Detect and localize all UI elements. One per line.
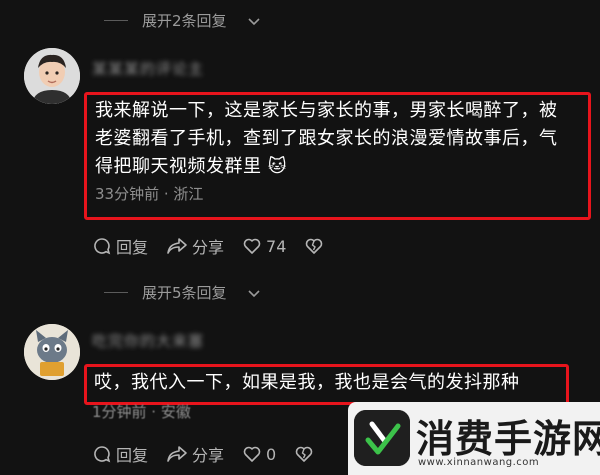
chevron-down-icon bbox=[248, 290, 260, 298]
expand-replies-mid[interactable]: 展开5条回复 bbox=[0, 277, 600, 307]
comment-icon bbox=[94, 238, 111, 255]
comment-meta: 33分钟前 · 浙江 bbox=[95, 185, 204, 203]
username-blurred[interactable]: 吃完你的大来塞 bbox=[92, 330, 204, 351]
like-count: 0 bbox=[266, 444, 277, 464]
watermark-url: www.xinnanwang.com bbox=[418, 457, 540, 468]
avatar[interactable] bbox=[24, 48, 80, 104]
divider bbox=[104, 19, 128, 21]
broken-heart-icon bbox=[295, 446, 313, 462]
comment-meta: 1分钟前 · 安徽 bbox=[92, 403, 191, 421]
expand-replies-top[interactable]: 展开2条回复 bbox=[0, 5, 600, 35]
reply-label: 回复 bbox=[116, 238, 149, 257]
heart-icon bbox=[243, 446, 261, 462]
site-logo-icon bbox=[354, 410, 410, 466]
reply-label: 回复 bbox=[116, 446, 149, 465]
like-button[interactable]: 74 bbox=[242, 236, 286, 256]
like-count: 74 bbox=[266, 236, 287, 256]
comment-actions: 回复 分享 74 bbox=[92, 234, 346, 258]
heart-icon bbox=[243, 238, 261, 254]
comment-text-line-2: 老婆翻看了手机，查到了跟女家长的浪漫爱情故事后，气 bbox=[95, 128, 558, 149]
share-label: 分享 bbox=[192, 446, 225, 465]
expand-replies-label: 展开5条回复 bbox=[142, 283, 227, 302]
divider bbox=[104, 291, 128, 293]
like-button[interactable]: 0 bbox=[242, 444, 276, 464]
dislike-button[interactable] bbox=[304, 236, 328, 256]
reply-button[interactable]: 回复 bbox=[92, 442, 148, 466]
share-button[interactable]: 分享 bbox=[166, 442, 224, 466]
comment-text-line-1: 我来解说一下，这是家长与家长的事，男家长喝醉了，被 bbox=[95, 100, 558, 121]
comment-icon bbox=[94, 446, 111, 463]
share-icon bbox=[167, 446, 187, 462]
comment-highlight-box: 我来解说一下，这是家长与家长的事，男家长喝醉了，被 老婆翻看了手机，查到了跟女家… bbox=[84, 92, 591, 220]
comment-actions: 回复 分享 0 bbox=[92, 442, 336, 466]
share-button[interactable]: 分享 bbox=[166, 234, 224, 258]
share-icon bbox=[167, 238, 187, 254]
comment-text-line-3: 得把聊天视频发群里 🐱 bbox=[95, 156, 287, 177]
reply-button[interactable]: 回复 bbox=[92, 234, 148, 258]
share-label: 分享 bbox=[192, 238, 225, 257]
site-watermark: 消费手游网 www.xinnanwang.com bbox=[348, 402, 600, 475]
avatar[interactable] bbox=[24, 324, 80, 380]
dislike-button[interactable] bbox=[294, 444, 318, 464]
broken-heart-icon bbox=[306, 238, 323, 254]
chevron-down-icon bbox=[248, 18, 260, 26]
username-blurred[interactable]: 某某某的评论主 bbox=[92, 58, 204, 79]
watermark-title: 消费手游网 bbox=[416, 417, 600, 461]
expand-replies-label: 展开2条回复 bbox=[142, 11, 227, 30]
comment-text: 哎，我代入一下，如果是我，我也是会气的发抖那种 bbox=[94, 372, 520, 393]
comment-highlight-box: 哎，我代入一下，如果是我，我也是会气的发抖那种 bbox=[84, 364, 569, 405]
